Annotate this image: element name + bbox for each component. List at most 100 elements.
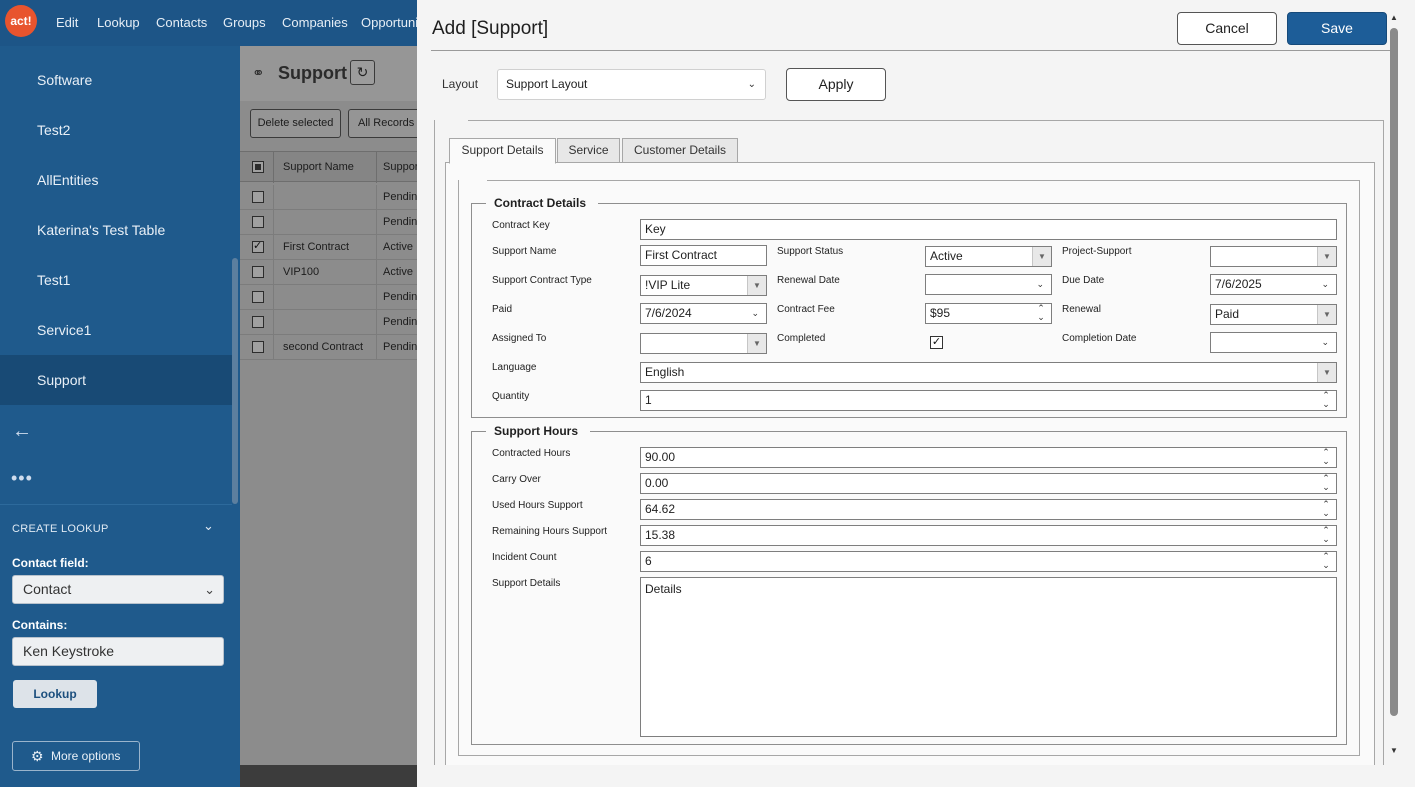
dialog-scrollbar-thumb[interactable]: [1390, 28, 1398, 716]
support-status-select[interactable]: Active ▼: [925, 246, 1052, 267]
row-support-status: Active: [383, 266, 413, 278]
nav-item-groups[interactable]: Groups: [223, 15, 266, 30]
nav-item-contacts[interactable]: Contacts: [156, 15, 207, 30]
sidebar-item-test1[interactable]: Test1: [0, 255, 232, 305]
nav-item-companies[interactable]: Companies: [282, 15, 348, 30]
more-options-button[interactable]: ⚙ More options: [12, 741, 140, 771]
incident-count-label: Incident Count: [492, 552, 557, 563]
row-checkbox[interactable]: [252, 191, 264, 203]
assigned-to-select[interactable]: ▼: [640, 333, 767, 354]
completed-checkbox[interactable]: ✓: [930, 336, 943, 349]
sidebar-item-support[interactable]: Support: [0, 355, 232, 405]
spinner-icon[interactable]: ⌃ ⌄: [1321, 474, 1331, 493]
contract-type-select[interactable]: !VIP Lite ▼: [640, 275, 767, 296]
dropdown-arrow-icon[interactable]: ▼: [1317, 305, 1336, 324]
save-button[interactable]: Save: [1287, 12, 1387, 45]
chevron-down-icon[interactable]: ⌄: [1036, 275, 1044, 294]
contracted-hours-value: 90.00: [645, 450, 676, 464]
tab-customer-details[interactable]: Customer Details: [622, 138, 738, 163]
sidebar-item-katerinas-test-table[interactable]: Katerina's Test Table: [0, 205, 232, 255]
apply-button[interactable]: Apply: [786, 68, 886, 101]
spinner-icon[interactable]: ⌃ ⌄: [1321, 552, 1331, 571]
support-name-input[interactable]: First Contract: [640, 245, 767, 266]
chevron-down-icon[interactable]: ⌄: [1321, 275, 1329, 294]
spinner-icon[interactable]: ⌃ ⌄: [1321, 391, 1331, 410]
table-row[interactable]: Pendin: [240, 310, 417, 335]
nav-item-opportunities[interactable]: Opportuni: [361, 15, 418, 30]
table-row[interactable]: Pendin: [240, 210, 417, 235]
support-details-textarea[interactable]: Details: [640, 577, 1337, 737]
spinner-icon[interactable]: ⌃ ⌄: [1321, 500, 1331, 519]
dropdown-arrow-icon[interactable]: ▼: [1317, 247, 1336, 266]
table-row[interactable]: second Contract Pendin: [240, 335, 417, 360]
chevron-down-icon[interactable]: ⌄: [1321, 333, 1329, 352]
row-checkbox[interactable]: [252, 291, 264, 303]
carry-over-label: Carry Over: [492, 474, 541, 485]
remaining-hours-stepper[interactable]: 15.38 ⌃ ⌄: [640, 525, 1337, 546]
contracted-hours-stepper[interactable]: 90.00 ⌃ ⌄: [640, 447, 1337, 468]
carry-over-stepper[interactable]: 0.00 ⌃ ⌄: [640, 473, 1337, 494]
delete-selected-button[interactable]: Delete selected: [250, 109, 341, 138]
completion-date-picker[interactable]: ⌄: [1210, 332, 1337, 353]
title-divider: [431, 50, 1391, 51]
contains-input[interactable]: Ken Keystroke: [12, 637, 224, 666]
support-name-label: Support Name: [492, 246, 557, 257]
column-header-support-status[interactable]: Suppor: [383, 161, 417, 173]
paid-date-picker[interactable]: 7/6/2024 ⌄: [640, 303, 767, 324]
dropdown-arrow-icon[interactable]: ▼: [747, 334, 766, 353]
sidebar-item-test2[interactable]: Test2: [0, 105, 232, 155]
dropdown-arrow-icon[interactable]: ▼: [747, 276, 766, 295]
sidebar-item-service1[interactable]: Service1: [0, 305, 232, 355]
select-all-checkbox[interactable]: [252, 161, 264, 173]
table-row[interactable]: Pendin: [240, 185, 417, 210]
refresh-icon[interactable]: ↻: [350, 60, 375, 85]
due-date-picker[interactable]: 7/6/2025 ⌄: [1210, 274, 1337, 295]
sidebar-scrollbar[interactable]: [232, 258, 238, 504]
grid-header: Support Name Suppor: [240, 151, 417, 183]
column-header-support-name[interactable]: Support Name: [283, 161, 354, 173]
spinner-icon[interactable]: ⌃ ⌄: [1321, 526, 1331, 545]
cancel-button[interactable]: Cancel: [1177, 12, 1277, 45]
row-checkbox[interactable]: [252, 216, 264, 228]
language-select[interactable]: English ▼: [640, 362, 1337, 383]
sidebar-item-allentities[interactable]: AllEntities: [0, 155, 232, 205]
contract-key-input[interactable]: Key: [640, 219, 1337, 240]
renewal-date-picker[interactable]: ⌄: [925, 274, 1052, 295]
create-lookup-heading[interactable]: CREATE LOOKUP: [12, 523, 109, 535]
table-row[interactable]: First Contract Active: [240, 235, 417, 260]
nav-item-edit[interactable]: Edit: [56, 15, 78, 30]
used-hours-stepper[interactable]: 64.62 ⌃ ⌄: [640, 499, 1337, 520]
spinner-icon[interactable]: ⌃ ⌄: [1036, 304, 1046, 323]
chevron-down-icon[interactable]: ⌄: [203, 518, 214, 534]
list-footer: [240, 765, 417, 787]
back-arrow-icon[interactable]: ←: [12, 420, 32, 443]
row-checkbox[interactable]: [252, 341, 264, 353]
quantity-stepper[interactable]: 1 ⌃ ⌄: [640, 390, 1337, 411]
tab-support-details[interactable]: Support Details: [449, 138, 556, 164]
sidebar-item-software[interactable]: Software: [0, 55, 232, 105]
act-logo[interactable]: act!: [5, 5, 37, 37]
dropdown-arrow-icon[interactable]: ▼: [1032, 247, 1051, 266]
more-dots-icon[interactable]: •••: [11, 468, 33, 489]
dropdown-arrow-icon[interactable]: ▼: [1317, 363, 1336, 382]
scroll-down-arrow-icon[interactable]: ▼: [1390, 746, 1398, 755]
all-records-button[interactable]: All Records: [348, 109, 417, 138]
nav-item-lookup[interactable]: Lookup: [97, 15, 140, 30]
table-row[interactable]: VIP100 Active: [240, 260, 417, 285]
contract-fee-input[interactable]: $95 ⌃ ⌄: [925, 303, 1052, 324]
incident-count-stepper[interactable]: 6 ⌃ ⌄: [640, 551, 1337, 572]
project-support-select[interactable]: ▼: [1210, 246, 1337, 267]
row-checkbox[interactable]: [252, 239, 264, 253]
lookup-button[interactable]: Lookup: [13, 680, 97, 708]
table-row[interactable]: Pendin: [240, 285, 417, 310]
chevron-down-icon[interactable]: ⌄: [751, 304, 759, 323]
renewal-select[interactable]: Paid ▼: [1210, 304, 1337, 325]
contact-field-select[interactable]: Contact ⌄: [12, 575, 224, 604]
tab-service[interactable]: Service: [557, 138, 620, 163]
row-checkbox[interactable]: [252, 316, 264, 328]
renewal-label: Renewal: [1062, 304, 1101, 315]
row-checkbox[interactable]: [252, 266, 264, 278]
scroll-up-arrow-icon[interactable]: ▲: [1390, 13, 1398, 22]
spinner-icon[interactable]: ⌃ ⌄: [1321, 448, 1331, 467]
layout-select[interactable]: Support Layout ⌄: [497, 69, 766, 100]
